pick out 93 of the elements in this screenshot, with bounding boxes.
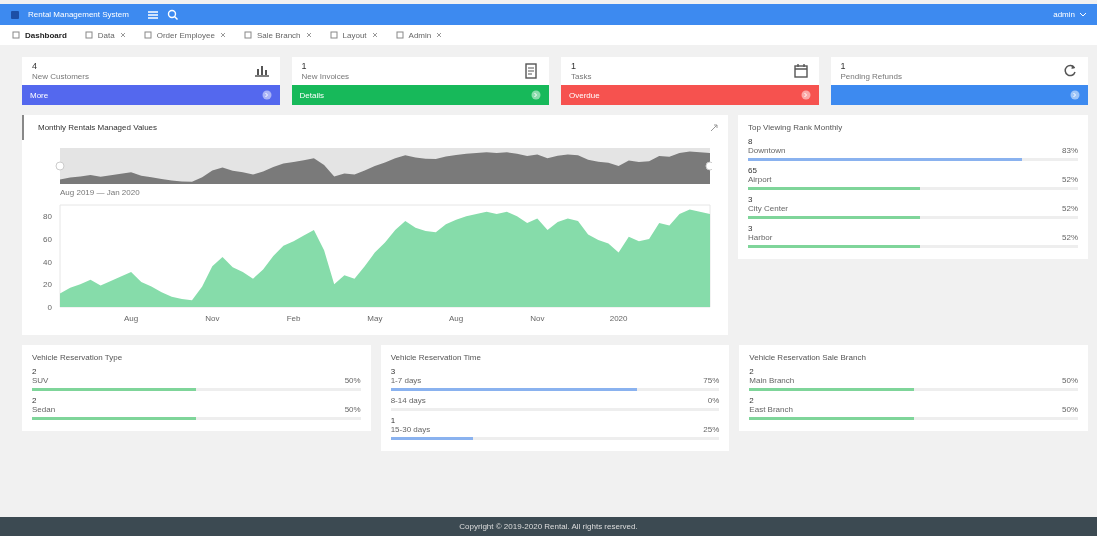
bar-chart-icon — [253, 63, 270, 79]
item-name: Airport — [748, 175, 772, 184]
stat-label: New Customers — [32, 72, 89, 81]
document-icon — [523, 63, 539, 79]
search-icon[interactable] — [166, 8, 179, 21]
axis-label: May — [367, 314, 383, 323]
stat-value: 4 — [32, 61, 38, 71]
axis-label: 2020 — [609, 314, 628, 323]
item-percent: 50% — [344, 405, 361, 414]
card-title: Vehicle Reservation Sale Branch — [749, 353, 867, 362]
item-count: 3 — [748, 195, 754, 204]
stat-value: 1 — [571, 61, 577, 71]
expand-icon[interactable] — [710, 123, 718, 132]
arrow-right-icon — [1070, 90, 1080, 100]
nav-tab[interactable]: Order Employee — [143, 28, 226, 42]
arrow-right-icon — [800, 90, 811, 100]
close-icon — [305, 31, 312, 39]
calendar-icon — [792, 63, 809, 79]
copyright-text: Copyright © 2019-2020 Rental. All rights reserved. — [459, 522, 638, 531]
item-percent: 75% — [703, 376, 720, 385]
close-icon — [219, 31, 226, 39]
axis-label: 80 — [43, 212, 52, 222]
item-percent: 50% — [1062, 376, 1078, 385]
item-count: 2 — [32, 367, 38, 376]
app-title: Rental Management System — [28, 10, 129, 19]
axis-label: Nov — [530, 314, 545, 323]
axis-label: 40 — [43, 257, 52, 267]
item-count: 65 — [748, 166, 758, 175]
card-title: Monthly Rentals Managed Values — [38, 123, 158, 132]
nav-tab[interactable]: Admin — [395, 28, 443, 42]
close-icon — [436, 31, 443, 39]
axis-label: Feb — [286, 314, 301, 323]
tab-icon — [329, 31, 338, 39]
item-count: 1 — [390, 416, 397, 425]
axis-label: 20 — [43, 280, 52, 290]
item-count: 3 — [748, 224, 754, 233]
axis-label: 0 — [47, 303, 52, 312]
item-name: SUV — [32, 376, 49, 385]
axis-label: Aug — [124, 314, 139, 323]
tab-icon — [395, 31, 404, 39]
range-label: Aug 2019 — Jan 2020 — [60, 188, 141, 197]
item-name: Main Branch — [749, 376, 795, 385]
item-name: Downtown — [748, 146, 786, 155]
axis-label: Aug — [449, 314, 464, 323]
close-icon — [119, 31, 126, 39]
axis-label: 60 — [43, 235, 52, 244]
logo-icon — [10, 9, 20, 20]
tab-icon — [12, 31, 20, 39]
item-name: 1-7 days — [390, 376, 422, 385]
card-title: Vehicle Reservation Time — [390, 353, 482, 362]
tab-icon — [143, 31, 152, 39]
nav-tab[interactable]: Data — [84, 28, 126, 42]
menu-icon[interactable] — [146, 8, 159, 21]
item-percent: 83% — [1062, 146, 1078, 155]
user-menu[interactable]: admin — [1053, 10, 1087, 19]
item-percent: 52% — [1062, 204, 1078, 213]
item-name: Sedan — [32, 405, 56, 414]
item-percent: 0% — [707, 396, 720, 405]
item-count: 8 — [748, 137, 754, 146]
card-title: Top Viewing Rank Monthly — [748, 123, 844, 132]
close-icon — [371, 31, 378, 39]
item-percent: 50% — [344, 376, 361, 385]
nav-tab[interactable]: Sale Branch — [243, 28, 312, 42]
tab-icon — [243, 31, 252, 39]
item-percent: 25% — [703, 425, 720, 434]
item-name: Harbor — [748, 233, 773, 242]
caret-icon — [1079, 11, 1087, 18]
item-name: City Center — [748, 204, 788, 213]
stat-value: 1 — [840, 61, 847, 71]
item-count: 2 — [749, 367, 755, 376]
stat-label: Tasks — [571, 72, 592, 81]
item-percent: 52% — [1062, 233, 1078, 242]
nav-tab[interactable]: Layout — [329, 28, 378, 42]
stat-value: 1 — [301, 61, 308, 71]
item-percent: 50% — [1062, 405, 1078, 414]
item-percent: 52% — [1062, 175, 1078, 184]
item-count: 3 — [390, 367, 397, 376]
item-count: 2 — [749, 396, 755, 405]
card-footer[interactable]: Overdue — [561, 85, 819, 105]
item-name: 8-14 days — [390, 396, 426, 405]
card-footer[interactable]: More — [22, 85, 280, 105]
tab-icon — [84, 31, 93, 39]
arrow-right-icon — [261, 90, 272, 100]
nav-tab[interactable]: Dashboard — [12, 28, 67, 42]
stat-label: Pending Refunds — [840, 72, 902, 81]
stat-label: New Invoices — [301, 72, 350, 81]
item-name: East Branch — [749, 405, 793, 414]
refresh-icon — [1062, 63, 1078, 79]
item-count: 2 — [32, 396, 38, 405]
arrow-right-icon — [531, 90, 541, 100]
card-title: Vehicle Reservation Type — [32, 353, 124, 362]
item-name: 15-30 days — [390, 425, 431, 434]
axis-label: Nov — [205, 314, 220, 323]
